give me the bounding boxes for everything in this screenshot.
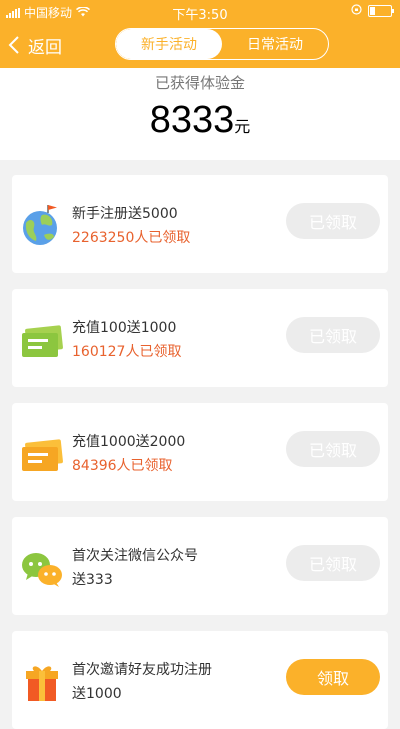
gift-icon [20,659,64,703]
activity-card-recharge-100: 充值100送1000 160127人已领取 已领取 [12,289,388,387]
claimed-button[interactable]: 已领取 [286,431,380,467]
activity-claim-count: 84396人已领取 [72,458,173,474]
activity-card-wechat-follow: 首次关注微信公众号 送333 已领取 [12,517,388,615]
rotation-lock-icon [351,4,362,18]
activity-tabs: 新手活动 日常活动 [115,28,329,60]
summary-label: 已获得体验金 [154,74,245,92]
activity-title: 充值100送1000 [72,320,177,336]
activity-claim-count: 2263250人已领取 [72,230,191,246]
activity-claim-count: 160127人已领取 [72,344,182,360]
chevron-left-icon [8,36,19,54]
tab-daily[interactable]: 日常活动 [222,29,328,59]
activity-reward: 送1000 [72,686,122,702]
yellow-card-icon [20,431,64,475]
summary-amount: 8333元 [0,99,400,142]
activity-card-invite-friend: 首次邀请好友成功注册 送1000 领取 [12,631,388,729]
green-card-icon [20,317,64,361]
activity-card-recharge-1000: 充值1000送2000 84396人已领取 已领取 [12,403,388,501]
back-button[interactable]: 返回 [8,30,62,60]
battery-icon [368,5,394,17]
status-right [351,4,394,18]
claimed-button[interactable]: 已领取 [286,203,380,239]
nav-bar: 返回 新手活动 日常活动 [0,22,400,68]
wechat-icon [20,545,64,589]
amount-unit: 元 [234,117,251,136]
claimed-button[interactable]: 已领取 [286,545,380,581]
claim-button[interactable]: 领取 [286,659,380,695]
activity-title: 首次关注微信公众号 [72,548,198,564]
amount-value: 8333 [149,99,235,141]
activity-title: 充值1000送2000 [72,434,186,450]
activity-card-register: 新手注册送5000 2263250人已领取 已领取 [12,175,388,273]
experience-fund-summary: 已获得体验金 8333元 [0,68,400,160]
claimed-button[interactable]: 已领取 [286,317,380,353]
globe-flag-icon [20,203,64,247]
status-time: 下午3:50 [172,8,228,23]
activity-reward: 送333 [72,572,113,588]
activity-title: 首次邀请好友成功注册 [72,662,212,678]
activity-title: 新手注册送5000 [72,206,178,222]
tab-newbie[interactable]: 新手活动 [116,29,222,59]
back-label: 返回 [28,37,62,58]
top-bar: 中国移动 下午3:50 返回 新手活动 日常活动 [0,0,400,68]
status-bar: 中国移动 下午3:50 [0,0,400,23]
